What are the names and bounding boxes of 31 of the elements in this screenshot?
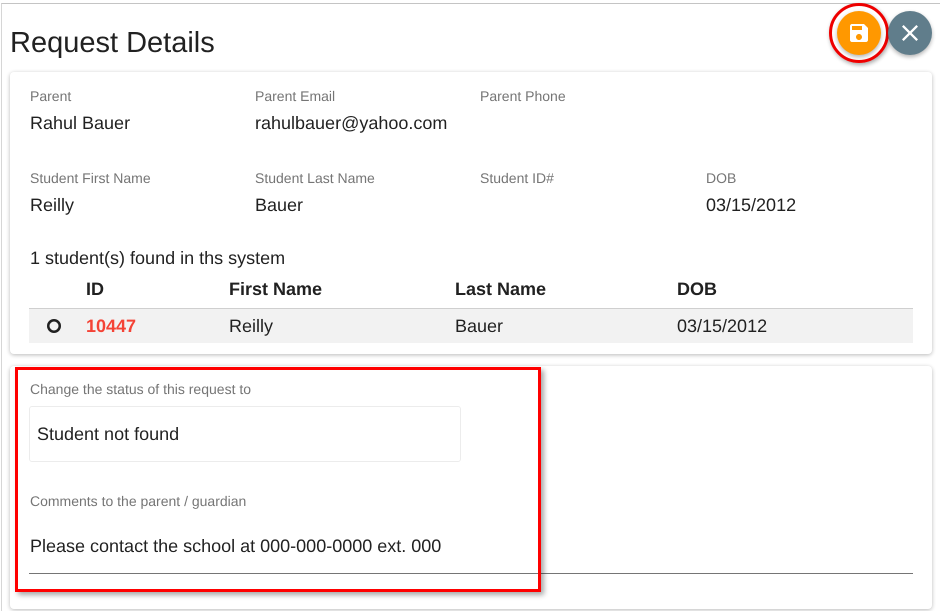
table-cell-text: Reilly [229,315,274,337]
field-label: Parent Phone [480,88,567,104]
field-value: 03/15/2012 [706,194,798,216]
close-icon [902,25,918,41]
field-label: Student Last Name [255,170,376,186]
field-label: Parent [30,88,72,104]
column-header: First Name [229,278,324,300]
field-label: Comments to the parent / guardian [29,493,246,509]
radio-icon[interactable] [47,319,61,333]
field-label: Change the status of this request to [29,381,252,397]
table-cell-text: 03/15/2012 [677,315,768,337]
close-button[interactable] [888,11,932,55]
save-button[interactable] [837,11,881,55]
column-header: DOB [677,278,718,300]
comments-field[interactable]: Please contact the school at 000-000-0000 ext. 000 [29,535,913,574]
field-label: Student ID# [480,170,555,186]
column-header: Last Name [455,278,548,300]
table-cell-text: Bauer [455,315,504,337]
column-header: ID [86,278,105,300]
field-label: DOB [706,170,738,186]
field-value: Reilly [30,194,76,216]
field-value: rahulbauer@yahoo.com [255,112,448,134]
save-icon [850,24,868,42]
field-label: Parent Email [255,88,336,104]
results-summary: 1 student(s) found in ths system [30,247,286,269]
field-value: Bauer [255,194,304,216]
table-row[interactable]: 10447 Reilly Bauer 03/15/2012 [29,309,913,343]
field-label: Student First Name [30,170,152,186]
page-title: Request Details [10,27,215,60]
status-select[interactable]: Student not found [29,406,461,462]
field-value: Rahul Bauer [30,112,132,134]
